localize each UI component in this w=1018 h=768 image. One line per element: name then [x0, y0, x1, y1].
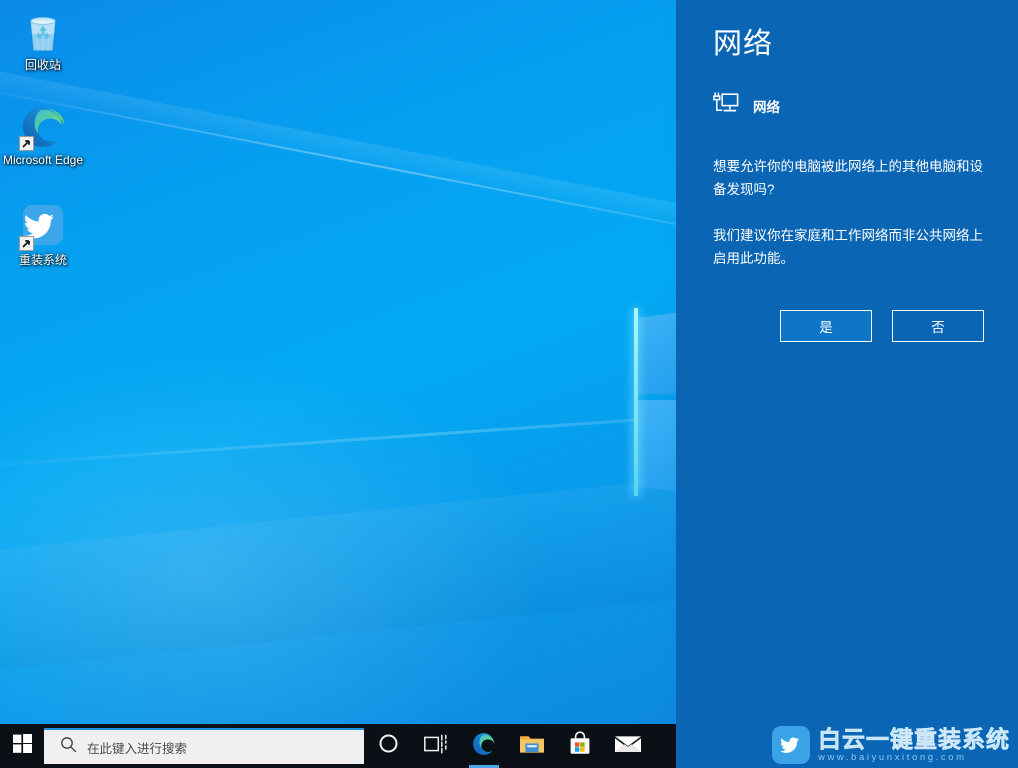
yes-button[interactable]: 是 — [780, 310, 872, 342]
search-icon — [60, 736, 77, 758]
edge-icon — [471, 731, 497, 762]
network-discovery-panel: 网络 网络 想要允许你的电脑被此网络上的其他电脑和设备发现吗? 我们建议你在家庭… — [676, 0, 1018, 768]
wallpaper-glow — [0, 320, 600, 768]
desktop-icon-reinstall-system[interactable]: 重装系统 — [0, 203, 86, 267]
panel-button-row: 是 否 — [780, 310, 984, 342]
windows-start-icon — [13, 734, 32, 758]
panel-subtitle: 网络 — [753, 96, 780, 116]
network-connection-icon — [713, 92, 739, 119]
edge-icon — [19, 103, 67, 151]
panel-paragraph-1: 想要允许你的电脑被此网络上的其他电脑和设备发现吗? — [713, 155, 985, 201]
shortcut-arrow-icon — [19, 236, 34, 251]
taskbar-item-microsoft-store[interactable] — [556, 724, 604, 768]
panel-subtitle-row: 网络 — [713, 92, 780, 119]
panel-body: 想要允许你的电脑被此网络上的其他电脑和设备发现吗? 我们建议你在家庭和工作网络而… — [713, 155, 985, 270]
taskbar-item-file-explorer[interactable] — [508, 724, 556, 768]
logo-edge-highlight — [634, 308, 638, 496]
desktop-icon-recycle-bin[interactable]: 回收站 — [0, 8, 86, 72]
task-view-icon — [424, 734, 448, 759]
search-placeholder-text: 在此键入进行搜索 — [87, 738, 187, 757]
search-input[interactable]: 在此键入进行搜索 — [44, 728, 364, 764]
watermark-url: www.baiyunxitong.com — [818, 752, 1010, 764]
taskbar-item-cortana[interactable] — [364, 724, 412, 768]
panel-paragraph-2: 我们建议你在家庭和工作网络而非公共网络上启用此功能。 — [713, 224, 985, 270]
start-button[interactable] — [0, 724, 44, 768]
taskbar-item-task-view[interactable] — [412, 724, 460, 768]
taskbar-item-mail[interactable] — [604, 724, 652, 768]
watermark-text: 白云一键重装系统 www.baiyunxitong.com — [818, 727, 1010, 764]
desktop-icon-label: Microsoft Edge — [0, 153, 86, 167]
folder-icon — [519, 732, 545, 761]
desktop-icon-label: 回收站 — [0, 58, 86, 72]
cortana-circle-icon — [378, 733, 399, 759]
mail-envelope-icon — [614, 733, 642, 760]
store-bag-icon — [568, 731, 592, 761]
panel-title: 网络 — [713, 26, 773, 62]
bird-icon — [772, 726, 810, 764]
shortcut-arrow-icon — [19, 136, 34, 151]
desktop-icon-microsoft-edge[interactable]: Microsoft Edge — [0, 103, 86, 167]
watermark-title: 白云一键重装系统 — [818, 727, 1010, 752]
no-button[interactable]: 否 — [892, 310, 984, 342]
recycle-bin-icon — [19, 8, 67, 56]
taskbar-item-edge[interactable] — [460, 724, 508, 768]
bird-app-icon — [19, 203, 67, 251]
watermark: 白云一键重装系统 www.baiyunxitong.com — [772, 726, 1010, 764]
desktop-icon-label: 重装系统 — [0, 253, 86, 267]
